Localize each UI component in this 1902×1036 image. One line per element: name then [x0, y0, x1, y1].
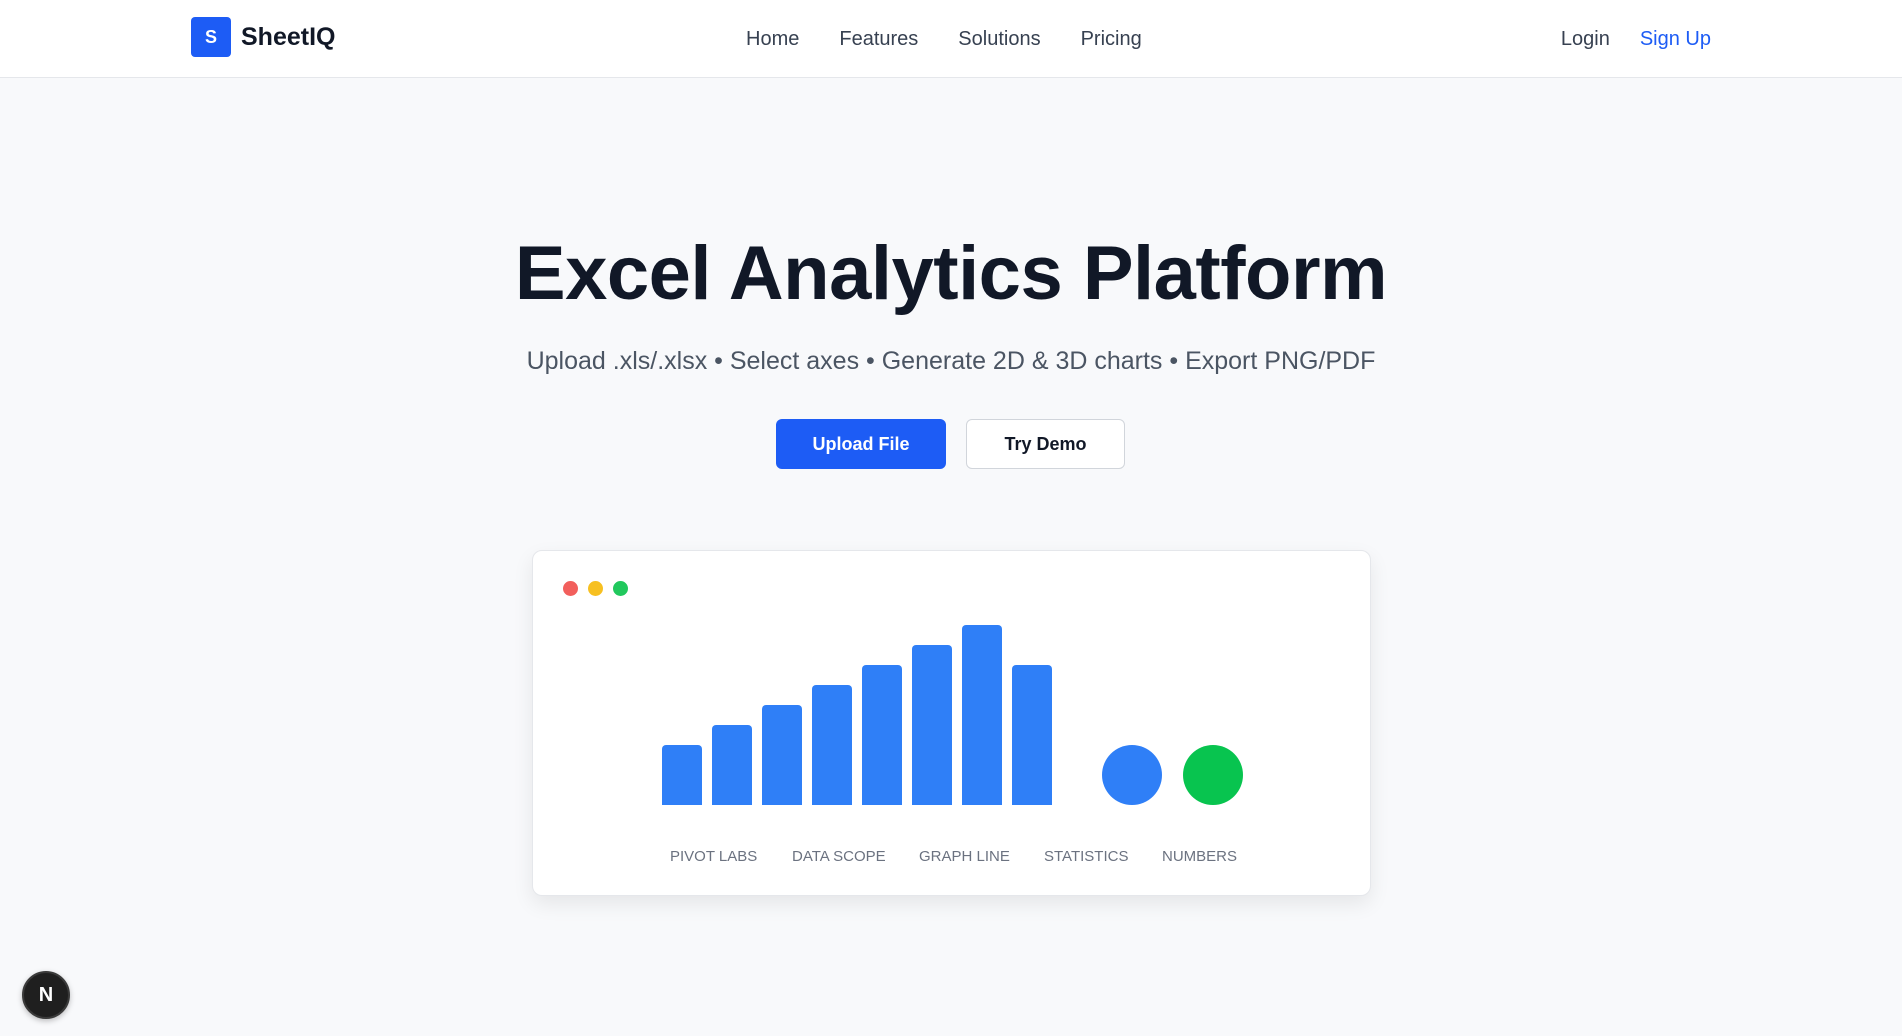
nextjs-dev-badge[interactable]: N — [22, 971, 70, 1019]
window-dot-red — [563, 581, 578, 596]
brand[interactable]: S SheetIQ — [191, 17, 335, 57]
window-dot-yellow — [588, 581, 603, 596]
chart-category-label: DATA SCOPE — [792, 848, 886, 865]
chart-bar — [812, 685, 852, 805]
window-dot-green — [613, 581, 628, 596]
chart-bar — [962, 625, 1002, 805]
hero-title: Excel Analytics Platform — [514, 231, 1388, 316]
login-link[interactable]: Login — [1561, 24, 1610, 54]
chart-bar — [662, 745, 702, 805]
chart-bar — [712, 725, 752, 805]
nav-link-home[interactable]: Home — [746, 24, 799, 54]
nav-link-features[interactable]: Features — [839, 24, 918, 54]
chart-bar — [912, 645, 952, 805]
chart-category-label: GRAPH LINE — [919, 848, 1010, 865]
brand-name: SheetIQ — [241, 22, 336, 51]
chart-preview-card: PIVOT LABS DATA SCOPE GRAPH LINE STATISTICS… — [532, 550, 1371, 896]
chart-bubble — [1102, 745, 1162, 805]
chart-category-label: PIVOT LABS — [670, 848, 758, 865]
chart-category-label: STATISTICS — [1044, 848, 1129, 865]
chart-bar — [762, 705, 802, 805]
chart-bar — [862, 665, 902, 805]
hero-subtitle: Upload .xls/.xlsx • Select axes • Genera… — [526, 347, 1376, 375]
nav-link-pricing[interactable]: Pricing — [1081, 24, 1142, 54]
auth-links: Login Sign Up — [1561, 24, 1711, 54]
try-demo-button[interactable]: Try Demo — [966, 419, 1125, 469]
upload-file-button[interactable]: Upload File — [776, 419, 946, 469]
signup-link[interactable]: Sign Up — [1640, 24, 1711, 54]
chart-category-label: NUMBERS — [1162, 848, 1238, 865]
main-nav: Home Features Solutions Pricing — [746, 24, 1142, 54]
nav-link-solutions[interactable]: Solutions — [958, 24, 1040, 54]
chart-bar — [1012, 665, 1052, 805]
navbar: S SheetIQ Home Features Solutions Pricin… — [0, 0, 1902, 78]
chart-bubble — [1183, 745, 1243, 805]
brand-logo: S — [191, 17, 231, 57]
